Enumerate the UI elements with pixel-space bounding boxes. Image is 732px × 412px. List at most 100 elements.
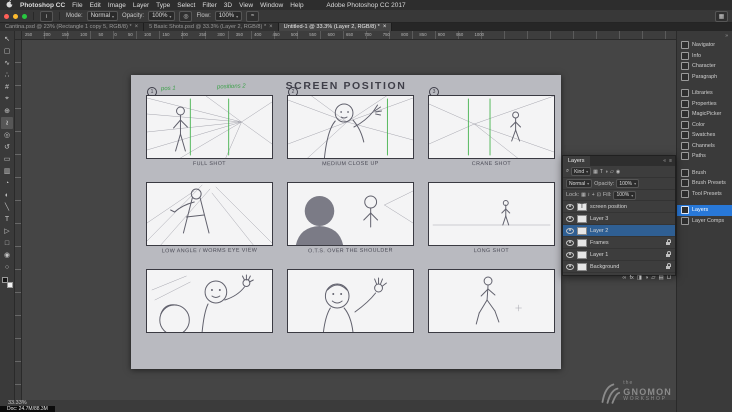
visibility-eye-icon[interactable]	[566, 227, 574, 234]
panel-button-navigator[interactable]: Navigator	[677, 40, 732, 51]
panel-button-layers[interactable]: Layers	[677, 205, 732, 216]
panel-button-magicpicker[interactable]: MagicPicker	[677, 109, 732, 120]
crop-tool[interactable]: #	[1, 81, 13, 93]
layer-opacity-dropdown[interactable]: 100% ▾	[616, 179, 640, 188]
adjustment-layer-icon[interactable]: ◑	[645, 275, 648, 281]
layer-row-background[interactable]: Background	[563, 261, 675, 273]
menu-image[interactable]: Image	[108, 2, 126, 9]
move-tool[interactable]: ↖	[1, 33, 13, 45]
menu-view[interactable]: View	[239, 2, 253, 9]
zoom-tool[interactable]: ○	[1, 261, 13, 273]
tab-cantina[interactable]: Cantina.psd @ 23% (Rectangle 1 copy 5, R…	[0, 22, 145, 31]
history-brush-tool[interactable]: ↺	[1, 141, 13, 153]
pressure-opacity-icon[interactable]: ◎	[179, 10, 193, 22]
flow-dropdown[interactable]: 100% ▾	[214, 11, 243, 21]
menu-select[interactable]: Select	[177, 2, 195, 9]
filter-type-icon[interactable]: T	[600, 169, 603, 175]
panel-menu-icon[interactable]: ≡	[669, 158, 672, 164]
eyedropper-tool[interactable]: ⌖	[1, 93, 13, 105]
hand-tool[interactable]: ◉	[1, 249, 13, 261]
layer-row-frames[interactable]: Frames	[563, 237, 675, 249]
link-layers-icon[interactable]: ∞	[623, 275, 627, 281]
lock-position-icon[interactable]: +	[592, 192, 595, 198]
marquee-tool[interactable]: ▢	[1, 45, 13, 57]
filter-kind-dropdown[interactable]: Kind ▾	[571, 167, 592, 176]
panel-button-brush-presets[interactable]: Brush Presets	[677, 178, 732, 189]
layer-name[interactable]: Layer 3	[590, 216, 672, 222]
foreground-color-swatch[interactable]	[1, 277, 8, 283]
pen-tool[interactable]: ╲	[1, 201, 13, 213]
menu-edit[interactable]: Edit	[90, 2, 101, 9]
panel-button-character[interactable]: Character	[677, 61, 732, 72]
panel-button-channels[interactable]: Channels	[677, 141, 732, 152]
collapse-panel-icon[interactable]: «	[663, 158, 666, 164]
visibility-eye-icon[interactable]	[566, 239, 574, 246]
visibility-eye-icon[interactable]	[566, 263, 574, 270]
layer-thumbnail[interactable]	[577, 226, 587, 235]
menu-filter[interactable]: Filter	[202, 2, 216, 9]
blur-tool[interactable]: ◔	[1, 177, 13, 189]
filter-smart-object-icon[interactable]: ◉	[616, 169, 620, 175]
lock-transparent-icon[interactable]: ▦	[581, 192, 586, 198]
type-tool[interactable]: T	[1, 213, 13, 225]
menu-photoshop[interactable]: Photoshop CC	[20, 2, 65, 9]
tab-untitled-1[interactable]: Untitled-1 @ 33.3% (Layer 2, RGB/8) * ×	[278, 22, 393, 31]
fill-dropdown[interactable]: 100% ▾	[613, 190, 637, 200]
panel-button-paths[interactable]: Paths	[677, 151, 732, 162]
panel-button-swatches[interactable]: Swatches	[677, 130, 732, 141]
layer-name[interactable]: Layer 2	[590, 228, 672, 234]
brush-tool[interactable]: ≀	[1, 117, 13, 129]
close-tab-icon[interactable]: ×	[383, 24, 387, 30]
delete-layer-icon[interactable]: ⊔	[667, 275, 671, 281]
layer-name[interactable]: screen position	[590, 204, 672, 210]
visibility-eye-icon[interactable]	[566, 203, 574, 210]
healing-brush-tool[interactable]: ⊕	[1, 105, 13, 117]
layer-row-layer-1[interactable]: Layer 1	[563, 249, 675, 261]
opacity-dropdown[interactable]: 100% ▾	[148, 11, 176, 21]
menu-3d[interactable]: 3D	[224, 2, 232, 9]
collapse-panels-icon[interactable]: »	[725, 33, 728, 40]
layer-name[interactable]: Frames	[590, 240, 663, 246]
panel-button-info[interactable]: Info	[677, 51, 732, 62]
layer-group-icon[interactable]: ▱	[651, 275, 655, 281]
filter-shape-icon[interactable]: ▱	[610, 169, 614, 175]
layer-thumbnail[interactable]	[577, 214, 587, 223]
panel-button-tool-presets[interactable]: Tool Presets	[677, 189, 732, 200]
layer-name[interactable]: Background	[590, 264, 663, 270]
layer-thumbnail[interactable]	[577, 250, 587, 259]
eraser-tool[interactable]: ▭	[1, 153, 13, 165]
menu-file[interactable]: File	[72, 2, 82, 9]
panel-button-brush[interactable]: Brush	[677, 168, 732, 179]
close-tab-icon[interactable]: ×	[135, 24, 139, 30]
dodge-tool[interactable]: ◐	[1, 189, 13, 201]
layer-thumbnail[interactable]	[577, 262, 587, 271]
lock-pixels-icon[interactable]: ≀	[588, 192, 590, 198]
layer-mask-icon[interactable]: ◨	[637, 275, 642, 281]
visibility-eye-icon[interactable]	[566, 251, 574, 258]
gradient-tool[interactable]: ▥	[1, 165, 13, 177]
workspace-switcher-icon[interactable]: ▦	[715, 10, 728, 22]
visibility-eye-icon[interactable]	[566, 215, 574, 222]
menu-window[interactable]: Window	[260, 2, 283, 9]
lasso-tool[interactable]: ∿	[1, 57, 13, 69]
lock-all-icon[interactable]: ⊡	[597, 192, 601, 198]
menu-help[interactable]: Help	[290, 2, 303, 9]
layer-thumbnail[interactable]: T	[577, 202, 587, 211]
filter-pixel-icon[interactable]: ▦	[593, 169, 598, 175]
quick-selection-tool[interactable]: ∴	[1, 69, 13, 81]
close-tab-icon[interactable]: ×	[269, 24, 273, 30]
close-window-button[interactable]	[4, 13, 9, 19]
menu-type[interactable]: Type	[156, 2, 170, 9]
layers-panel-tab[interactable]: Layers	[563, 156, 590, 166]
panel-button-color[interactable]: Color	[677, 120, 732, 131]
layer-row-screen-position[interactable]: T screen position	[563, 201, 675, 213]
layer-row-layer-3[interactable]: Layer 3	[563, 213, 675, 225]
airbrush-icon[interactable]: ≈	[246, 10, 260, 22]
layer-row-layer-2[interactable]: Layer 2	[563, 225, 675, 237]
panel-button-paragraph[interactable]: Paragraph	[677, 72, 732, 83]
tab-5-basic-shots[interactable]: 5 Basic Shots.psd @ 33.3% (Layer 2, RGB/…	[144, 22, 279, 31]
clone-stamp-tool[interactable]: ◎	[1, 129, 13, 141]
zoom-window-button[interactable]	[22, 13, 27, 19]
filter-adjustment-icon[interactable]: ◑	[605, 169, 608, 175]
layer-name[interactable]: Layer 1	[590, 252, 663, 258]
